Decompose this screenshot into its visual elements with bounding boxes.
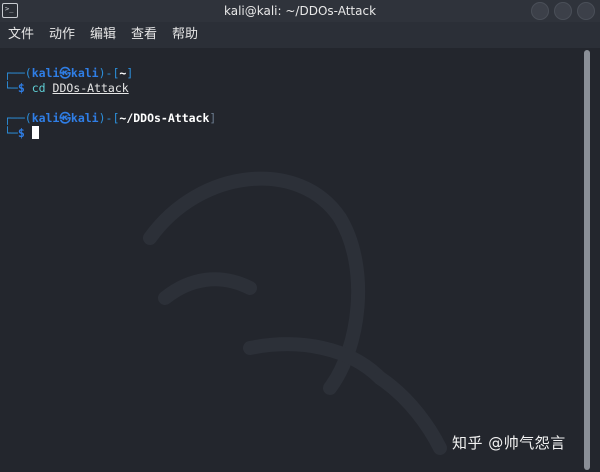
prompt1-command-line: └─$ cd DDOs-Attack (4, 81, 129, 95)
maximize-button[interactable] (554, 2, 572, 20)
prompt1-header: ┌──(kali㉿kali)-[~] (4, 66, 134, 80)
prompt-user: kali (31, 66, 60, 80)
prompt-host: kali (70, 111, 99, 125)
prompt-path: ~/DDOs-Attack (119, 111, 210, 125)
menu-file[interactable]: 文件 (8, 26, 34, 44)
close-button[interactable] (577, 2, 595, 20)
window-title: kali@kali: ~/DDOs-Attack (223, 4, 377, 18)
terminal-area[interactable]: ┌──(kali㉿kali)-[~] └─$ cd DDOs-Attack ┌─… (0, 48, 600, 472)
text-cursor (31, 126, 39, 139)
command-argument: DDOs-Attack (52, 81, 129, 95)
menu-edit[interactable]: 编辑 (90, 26, 116, 44)
menu-help[interactable]: 帮助 (172, 26, 198, 44)
prompt2-input-line[interactable]: └─$ (4, 126, 39, 141)
menu-actions[interactable]: 动作 (49, 26, 75, 44)
title-bar[interactable]: >_ kali@kali: ~/DDOs-Attack (0, 0, 600, 22)
prompt-user: kali (31, 111, 60, 125)
menu-view[interactable]: 查看 (131, 26, 157, 44)
prompt2-header: ┌──(kali㉿kali)-[~/DDOs-Attack] (4, 111, 217, 125)
vertical-scrollbar[interactable] (584, 50, 590, 470)
terminal-window: >_ kali@kali: ~/DDOs-Attack 文件 动作 编辑 查看 … (0, 0, 600, 472)
zhihu-watermark: 知乎 @帅气怨言 (452, 434, 566, 452)
command-text: cd (31, 81, 46, 95)
minimize-button[interactable] (531, 2, 549, 20)
menu-bar: 文件 动作 编辑 查看 帮助 (0, 22, 600, 48)
prompt-host: kali (70, 66, 99, 80)
